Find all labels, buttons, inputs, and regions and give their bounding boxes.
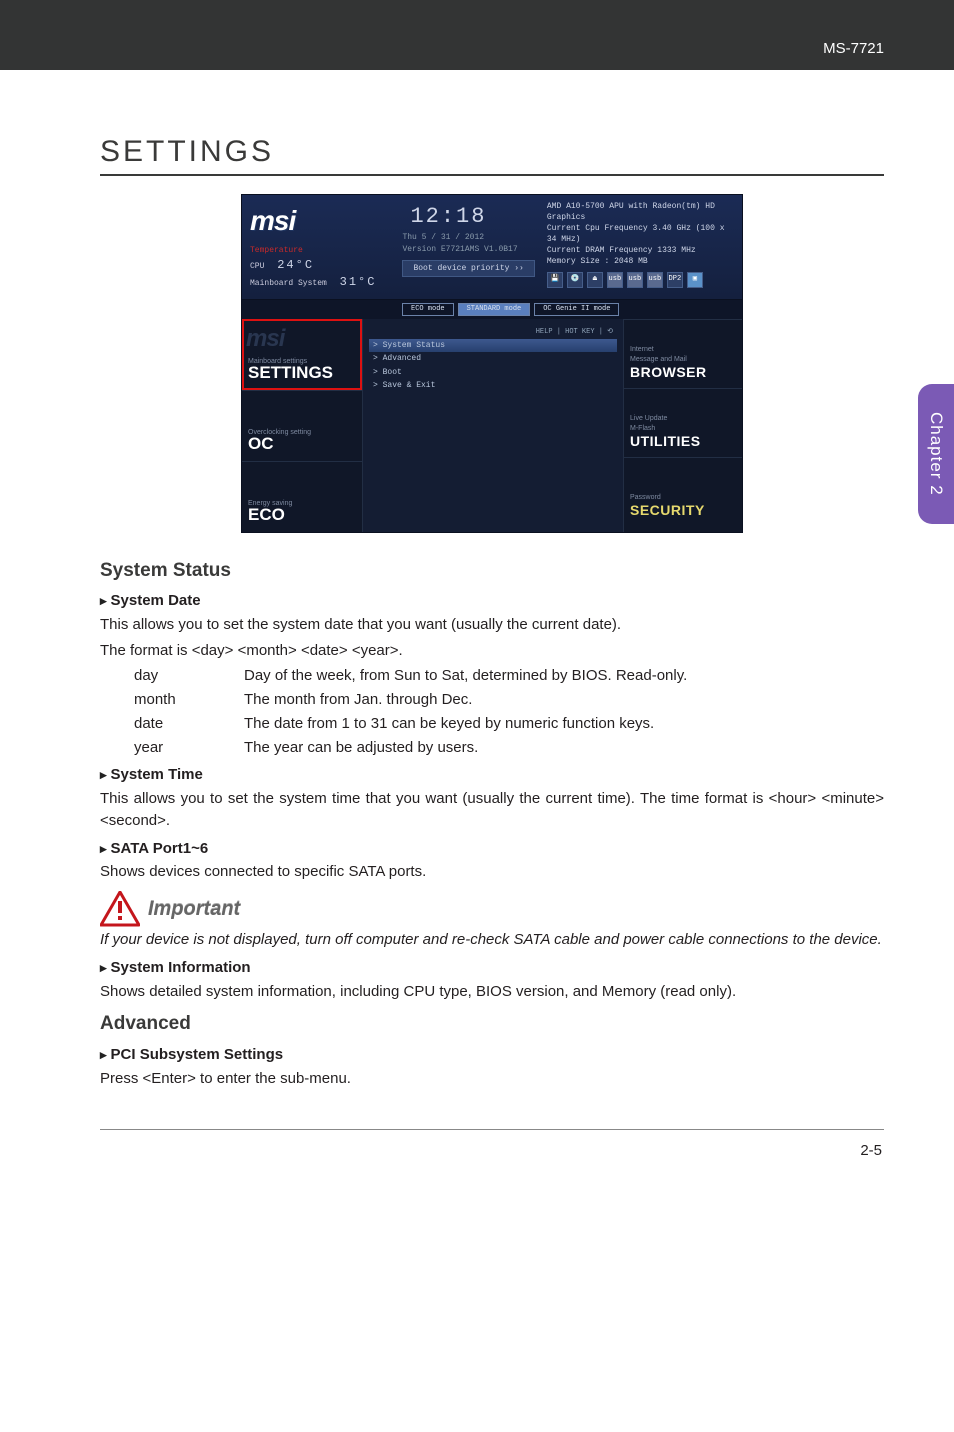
heading-advanced: Advanced — [100, 1010, 884, 1038]
chapter-side-tab: Chapter 2 — [918, 384, 954, 524]
menu-item-save-exit: > Save & Exit — [369, 379, 623, 393]
right-nav-browser: InternetMessage and Mail BROWSER — [624, 319, 742, 388]
menu-item-system-status: > System Status — [369, 339, 617, 353]
dl-date-desc: The date from 1 to 31 can be keyed by nu… — [244, 713, 884, 735]
field-pci-subsystem: PCI Subsystem Settings — [100, 1044, 884, 1066]
msi-watermark: msi — [246, 322, 284, 357]
cpu-info-line: Current Cpu Frequency 3.40 GHz (100 x 34… — [547, 223, 727, 245]
right-nav-security: Password SECURITY — [624, 457, 742, 526]
menu-item-advanced: > Advanced — [369, 352, 623, 366]
left-nav-eco: Energy saving ECO — [242, 461, 362, 532]
bios-clock: 12:18 — [402, 201, 494, 233]
boot-icon-usb: usb — [647, 272, 663, 288]
boot-device-icons: 💾 💿 ⏏ usb usb usb DP2 ▣ — [547, 272, 727, 288]
pci-subsystem-desc: Press <Enter> to enter the sub-menu. — [100, 1068, 884, 1090]
system-date-desc-2: The format is <day> <month> <date> <year… — [100, 640, 884, 662]
nav-settings-big: SETTINGS — [248, 361, 333, 386]
boot-icon: 💾 — [547, 272, 563, 288]
mode-tab-ocgenie: OC Genie II mode — [534, 303, 619, 315]
system-date-desc-1: This allows you to set the system date t… — [100, 614, 884, 636]
dl-year-term: year — [134, 737, 234, 759]
mode-tab-standard: STANDARD mode — [458, 303, 531, 315]
mb-temp: 31°C — [332, 274, 385, 291]
dl-date-term: date — [134, 713, 234, 735]
field-system-time: System Time — [100, 764, 884, 786]
bios-version: Version E7721AMS V1.0B17 — [402, 244, 534, 256]
nav-eco-big: ECO — [248, 503, 285, 528]
right-nav-utilities: Live UpdateM-Flash UTILITIES — [624, 388, 742, 457]
cpu-info-line: Current DRAM Frequency 1333 MHz — [547, 245, 727, 256]
dl-day-term: day — [134, 665, 234, 687]
dl-day-desc: Day of the week, from Sun to Sat, determ… — [244, 665, 884, 687]
dl-month-desc: The month from Jan. through Dec. — [244, 689, 884, 711]
cpu-info-line: AMD A10-5700 APU with Radeon(tm) HD Grap… — [547, 201, 727, 223]
boot-icon: DP2 — [667, 272, 683, 288]
bios-screenshot: F12 Language msi Temperature CPU 24°C Ma… — [241, 194, 743, 533]
left-nav-settings: msi Mainboard settings SETTINGS — [242, 319, 362, 390]
dl-month-term: month — [134, 689, 234, 711]
bios-date: Thu 5 / 31 / 2012 — [402, 232, 534, 244]
important-text: If your device is not displayed, turn of… — [100, 929, 884, 951]
page-title: SETTINGS — [100, 130, 884, 176]
field-system-information: System Information — [100, 957, 884, 979]
field-system-date: System Date — [100, 590, 884, 612]
left-nav-oc: Overclocking setting OC — [242, 390, 362, 461]
model-number: MS-7721 — [823, 40, 884, 57]
important-label: Important — [148, 895, 240, 924]
dl-year-desc: The year can be adjusted by users. — [244, 737, 884, 759]
system-information-desc: Shows detailed system information, inclu… — [100, 981, 884, 1003]
cpu-temp: 24°C — [269, 257, 322, 274]
boot-priority-button: Boot device priority ›› — [402, 260, 534, 278]
boot-icon-usb: usb — [607, 272, 623, 288]
system-time-desc: This allows you to set the system time t… — [100, 788, 884, 832]
mode-tab-eco: ECO mode — [402, 303, 454, 315]
cpu-info-line: Memory Size : 2048 MB — [547, 256, 727, 267]
page-number: 2-5 — [100, 1140, 884, 1162]
cpu-label: CPU — [250, 262, 264, 271]
field-sata-ports: SATA Port1~6 — [100, 838, 884, 860]
boot-icon-usb: usb — [627, 272, 643, 288]
nav-oc-big: OC — [248, 432, 274, 457]
sata-desc: Shows devices connected to specific SATA… — [100, 861, 884, 883]
mainboard-label: Mainboard System — [250, 279, 327, 288]
msi-logo: msi — [250, 201, 384, 242]
heading-system-status: System Status — [100, 557, 884, 585]
help-hotkey-bar: HELP | HOT KEY | ⟲ — [369, 325, 623, 339]
warning-icon — [100, 891, 140, 927]
boot-icon: ⏏ — [587, 272, 603, 288]
temperature-label: Temperature — [250, 245, 384, 257]
boot-icon-add: ▣ — [687, 272, 703, 288]
boot-icon: 💿 — [567, 272, 583, 288]
menu-item-boot: > Boot — [369, 366, 623, 380]
